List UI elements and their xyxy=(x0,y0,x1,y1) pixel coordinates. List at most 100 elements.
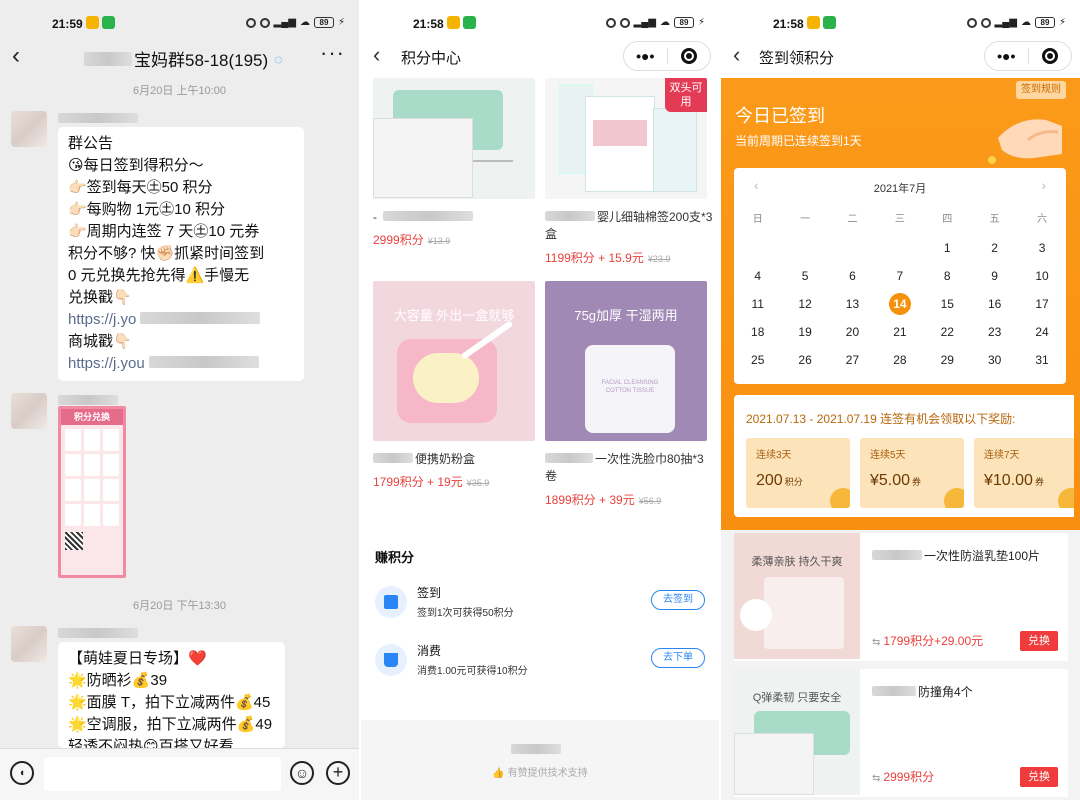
back-icon[interactable]: ‹ xyxy=(373,42,380,68)
close-mini-program-icon[interactable] xyxy=(667,48,710,64)
calendar-day xyxy=(734,238,781,258)
notification-icon xyxy=(807,16,820,29)
item-name: 防撞角4个 xyxy=(872,683,973,700)
calendar-day[interactable]: 23 xyxy=(971,322,1018,342)
calendar-day[interactable]: 4 xyxy=(734,266,781,286)
sign-in-panel: 21:58 ▂▄▆ ☁ 89 ⚡ ‹ 签到领积分 •●• 签到规则 今日已签到 当前周… xyxy=(721,0,1080,800)
calendar-day[interactable]: 19 xyxy=(781,322,828,342)
back-icon[interactable]: ‹ xyxy=(733,42,740,68)
image-caption: Q弹柔韧 只要安全 xyxy=(752,692,842,704)
chat-panel: 21:59 ▂▄▆ ☁ 89 ⚡ ‹ 宝妈群58-18(195) ◌ ··· 6月20日… xyxy=(0,0,359,800)
promo-bubble[interactable]: 【萌娃夏日专场】❤️ 🌟防晒衫💰39 🌟面膜 T，拍下立减两件💰45 🌟空调服，… xyxy=(58,642,285,748)
calendar-day[interactable]: 17 xyxy=(1018,294,1065,314)
calendar-day[interactable]: 30 xyxy=(971,350,1018,370)
calendar-day[interactable]: 10 xyxy=(1018,266,1065,286)
calendar-day[interactable]: 15 xyxy=(924,294,971,314)
product-image[interactable]: 大容量 外出一盒就够 xyxy=(373,281,535,441)
calendar-week-row: 25 26 27 28 29 30 31 xyxy=(734,350,1066,370)
calendar-day[interactable]: 29 xyxy=(924,350,971,370)
weekday-label: 一 xyxy=(800,214,811,225)
exchange-link[interactable]: https://j.yo xyxy=(68,311,136,328)
calendar-day[interactable]: 24 xyxy=(1018,322,1065,342)
more-icon[interactable]: ··· xyxy=(320,40,345,66)
coin-icon xyxy=(1058,488,1074,508)
next-month-icon[interactable]: › xyxy=(1041,177,1046,193)
calendar-day[interactable]: 25 xyxy=(734,350,781,370)
calendar-day[interactable]: 21 xyxy=(876,322,923,342)
tissue-label: FACIAL CLEANSING COTTON TISSUE xyxy=(601,380,659,394)
calendar-day[interactable]: 27 xyxy=(829,350,876,370)
system-icons: ▂▄▆ ☁ 89 ⚡ xyxy=(605,17,705,28)
item-name: 一次性防溢乳垫100片 xyxy=(872,547,1040,564)
exchange-item[interactable]: 柔薄亲肤 持久干爽 一次性防溢乳垫100片 ⇆ 1799积分+29.00元 兑换 xyxy=(734,533,1068,661)
go-order-button[interactable]: 去下单 xyxy=(651,648,705,668)
product-price: 2999积分 ¥13.9 xyxy=(373,233,451,247)
calendar-day[interactable]: 26 xyxy=(781,350,828,370)
notification-icon xyxy=(102,16,115,29)
points-poster-image[interactable]: 积分兑换 xyxy=(58,406,126,578)
bubble-line: 兑换戳👇🏻 xyxy=(68,289,132,306)
cart-icon xyxy=(375,644,407,676)
exchange-item[interactable]: Q弹柔韧 只要安全 防撞角4个 ⇆ 2999积分 兑换 xyxy=(734,669,1068,797)
earn-points-title: 赚积分 xyxy=(375,550,415,565)
close-mini-program-icon[interactable] xyxy=(1028,48,1071,64)
task-consume: 消费 消费1.00元可获得10积分 去下单 xyxy=(375,640,705,684)
calendar-day[interactable]: 5 xyxy=(781,266,828,286)
mall-link[interactable]: https://j.you xyxy=(68,355,145,372)
calendar-day[interactable]: 18 xyxy=(734,322,781,342)
coin-icon xyxy=(830,488,850,508)
mini-program-header: ‹ 积分中心 •●• xyxy=(361,36,719,78)
calendar-day[interactable]: 7 xyxy=(876,266,923,286)
avatar[interactable] xyxy=(11,393,47,429)
product-image[interactable]: 双头可用 xyxy=(545,78,707,199)
calendar-day[interactable]: 22 xyxy=(924,322,971,342)
capsule-menu: •●• xyxy=(984,41,1072,71)
calendar-day[interactable]: 16 xyxy=(971,294,1018,314)
calendar-day[interactable]: 31 xyxy=(1018,350,1065,370)
system-icons: ▂▄▆ ☁ 89 ⚡ xyxy=(966,17,1066,28)
status-time: 21:59 xyxy=(52,17,83,31)
avatar[interactable] xyxy=(11,111,47,147)
calendar-day[interactable]: 12 xyxy=(781,294,828,314)
notification-icon xyxy=(86,16,99,29)
notification-icon xyxy=(823,16,836,29)
message-input[interactable] xyxy=(44,757,281,791)
capsule-menu: •●• xyxy=(623,41,711,71)
calendar-day[interactable]: 2 xyxy=(971,238,1018,258)
back-icon[interactable]: ‹ xyxy=(12,42,20,70)
exchange-button[interactable]: 兑换 xyxy=(1020,767,1058,787)
calendar-day[interactable]: 20 xyxy=(829,322,876,342)
calendar-day-today[interactable]: 14 xyxy=(876,293,923,315)
avatar[interactable] xyxy=(11,626,47,662)
reward-card: 2021.07.13 - 2021.07.19 连签有机会领取以下奖励: 连续3… xyxy=(734,395,1074,517)
sign-rules-button[interactable]: 签到规则 xyxy=(1016,81,1066,99)
calendar-day[interactable]: 11 xyxy=(734,294,781,314)
bubble-line: 👉🏻签到每天㊏50 积分 xyxy=(68,179,213,196)
announcement-bubble[interactable]: 群公告 😘每日签到得积分～ 👉🏻签到每天㊏50 积分 👉🏻每购物 1元㊏10 积… xyxy=(58,127,304,381)
calendar-day[interactable]: 6 xyxy=(829,266,876,286)
calendar-day[interactable]: 9 xyxy=(971,266,1018,286)
more-icon[interactable]: •●• xyxy=(624,48,667,64)
notification-icon xyxy=(463,16,476,29)
product-image[interactable] xyxy=(373,78,535,199)
more-icon[interactable]: •●• xyxy=(985,48,1028,64)
calendar-icon xyxy=(375,586,407,618)
weekday-label: 三 xyxy=(894,214,905,225)
product-name: 婴儿细轴棉签200支*3盒 xyxy=(545,210,713,241)
product-image[interactable]: 75g加厚 干湿两用 FACIAL CLEANSING COTTON TISSU… xyxy=(545,281,707,441)
calendar-day[interactable]: 3 xyxy=(1018,238,1065,258)
plus-icon[interactable]: + xyxy=(326,761,350,785)
page-title: 积分中心 xyxy=(401,50,462,67)
exchange-button[interactable]: 兑换 xyxy=(1020,631,1058,651)
status-bar: 21:58 ▂▄▆ ☁ 89 ⚡ xyxy=(721,0,1080,36)
exchange-icon: ⇆ xyxy=(872,773,881,784)
calendar-day[interactable]: 28 xyxy=(876,350,923,370)
weekday-label: 日 xyxy=(752,214,763,225)
emoji-icon[interactable]: ☺ xyxy=(290,761,314,785)
calendar-day[interactable]: 8 xyxy=(924,266,971,286)
calendar-day[interactable]: 1 xyxy=(924,238,971,258)
thumb-icon: 👍 xyxy=(492,768,508,779)
voice-icon[interactable]: ◖ xyxy=(10,761,34,785)
calendar-day[interactable]: 13 xyxy=(829,294,876,314)
go-sign-in-button[interactable]: 去签到 xyxy=(651,590,705,610)
